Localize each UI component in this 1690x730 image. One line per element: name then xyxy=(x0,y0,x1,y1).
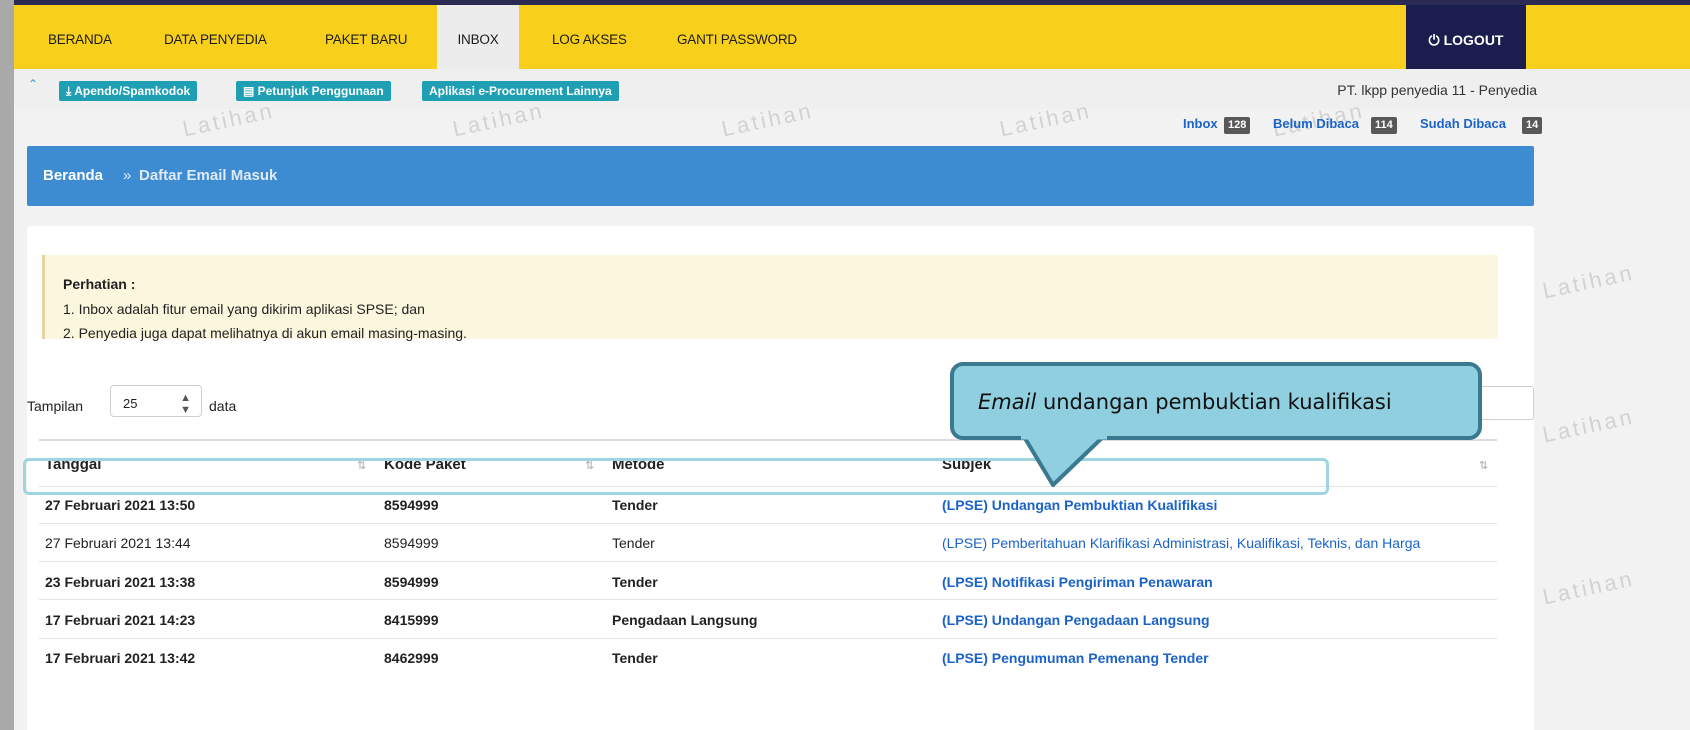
row-4-tanggal: 17 Februari 2021 14:23 xyxy=(45,612,196,628)
row-3-metode: Tender xyxy=(612,574,658,590)
nav-log-akses[interactable]: LOG AKSES xyxy=(552,5,627,69)
row-4-subjek-link[interactable]: (LPSE) Undangan Pengadaan Langsung xyxy=(942,612,1210,628)
callout-box: Email undangan pembuktian kualifikasi xyxy=(950,362,1482,440)
row-3-kode: 8594999 xyxy=(384,574,439,590)
nav-ganti-password[interactable]: GANTI PASSWORD xyxy=(677,5,797,69)
row-1-subjek-link[interactable]: (LPSE) Undangan Pembuktian Kualifikasi xyxy=(942,497,1217,513)
row-divider xyxy=(39,599,1497,600)
read-count-badge: 14 xyxy=(1522,117,1543,134)
unread-count-badge: 114 xyxy=(1371,117,1397,134)
row-5-metode: Tender xyxy=(612,650,658,666)
callout-body: undangan pembuktian kualifikasi xyxy=(1036,390,1392,414)
row-5-kode: 8462999 xyxy=(384,650,439,666)
callout-pointer xyxy=(1021,435,1107,487)
breadcrumb-home[interactable]: Beranda xyxy=(43,146,103,206)
page-length-suffix: data xyxy=(209,398,237,414)
row-4-metode: Pengadaan Langsung xyxy=(612,612,758,628)
row-1-tanggal: 27 Februari 2021 13:50 xyxy=(45,497,196,513)
row-5-subjek-link[interactable]: (LPSE) Pengumuman Pemenang Tender xyxy=(942,650,1209,666)
logout-button[interactable]: ⏻ LOGOUT xyxy=(1406,5,1526,69)
notice-line-2: 2. Penyedia juga dapat melihatnya di aku… xyxy=(63,325,467,341)
petunjuk-label: Petunjuk Penggunaan xyxy=(257,84,384,98)
read-link[interactable]: Sudah Dibaca xyxy=(1420,116,1506,131)
page-length-value: 25 xyxy=(123,396,138,411)
breadcrumb-current: Daftar Email Masuk xyxy=(139,167,278,184)
row-2-subjek-link[interactable]: (LPSE) Pemberitahuan Klarifikasi Adminis… xyxy=(942,535,1420,551)
power-icon: ⏻ xyxy=(1428,32,1440,48)
top-nav: BERANDA DATA PENYEDIA PAKET BARU INBOX L… xyxy=(14,5,1690,69)
inbox-count-badge: 128 xyxy=(1224,117,1251,134)
row-divider xyxy=(39,523,1497,524)
row-2-metode: Tender xyxy=(612,535,655,551)
window-left-edge xyxy=(0,0,14,730)
row-1-kode: 8594999 xyxy=(384,497,439,513)
row-3-tanggal: 23 Februari 2021 13:38 xyxy=(45,574,196,590)
apendo-button[interactable]: ⤓ Apendo/Spamkodok xyxy=(59,81,198,101)
row-2-kode: 8594999 xyxy=(384,535,439,551)
callout-text: Email undangan pembuktian kualifikasi xyxy=(978,390,1392,414)
row-divider xyxy=(39,638,1497,639)
breadcrumb-separator: » xyxy=(123,167,132,184)
notice-line-1: 1. Inbox adalah fitur email yang dikirim… xyxy=(63,301,425,317)
petunjuk-button[interactable]: ▤ Petunjuk Penggunaan xyxy=(236,81,391,101)
nav-inbox[interactable]: INBOX xyxy=(437,5,519,69)
page-length-label: Tampilan xyxy=(27,398,84,414)
row-divider xyxy=(39,561,1497,562)
nav-data-penyedia[interactable]: DATA PENYEDIA xyxy=(164,5,267,69)
nav-paket-baru[interactable]: PAKET BARU xyxy=(325,5,407,69)
row-highlight-frame xyxy=(23,458,1329,495)
row-4-kode: 8415999 xyxy=(384,612,439,628)
row-1-metode: Tender xyxy=(612,497,658,513)
notice-title: Perhatian : xyxy=(63,276,136,292)
callout-italic: Email xyxy=(978,390,1037,414)
page-length-select[interactable]: 25 ▲ ▼ xyxy=(110,385,202,417)
double-chevron-up-icon[interactable]: ⌃ xyxy=(28,77,38,91)
row-2-tanggal: 27 Februari 2021 13:44 xyxy=(45,535,191,551)
watermark: Latihan xyxy=(1540,259,1637,304)
watermark: Latihan xyxy=(1540,565,1637,610)
page: BERANDA DATA PENYEDIA PAKET BARU INBOX L… xyxy=(14,5,1690,730)
aplikasi-lainnya-button[interactable]: Aplikasi e-Procurement Lainnya xyxy=(422,81,619,101)
breadcrumb: Beranda » Daftar Email Masuk xyxy=(27,146,1534,206)
apendo-label: Apendo/Spamkodok xyxy=(74,84,191,98)
row-5-tanggal: 17 Februari 2021 13:42 xyxy=(45,650,196,666)
download-icon: ⤓ xyxy=(66,84,75,98)
nav-beranda[interactable]: BERANDA xyxy=(48,5,112,69)
watermark: Latihan xyxy=(1540,403,1637,448)
unread-link[interactable]: Belum Dibaca xyxy=(1273,116,1359,131)
row-3-subjek-link[interactable]: (LPSE) Notifikasi Pengiriman Penawaran xyxy=(942,574,1213,590)
user-label: PT. lkpp penyedia 11 - Penyedia xyxy=(1337,82,1537,98)
notice-alert: Perhatian : 1. Inbox adalah fitur email … xyxy=(42,255,1498,341)
logout-label: LOGOUT xyxy=(1443,32,1504,48)
sort-icon[interactable]: ⇅ xyxy=(1479,459,1488,472)
book-icon: ▤ xyxy=(243,84,258,98)
select-arrows-icon: ▲ ▼ xyxy=(180,392,191,416)
inbox-link[interactable]: Inbox xyxy=(1183,116,1218,131)
